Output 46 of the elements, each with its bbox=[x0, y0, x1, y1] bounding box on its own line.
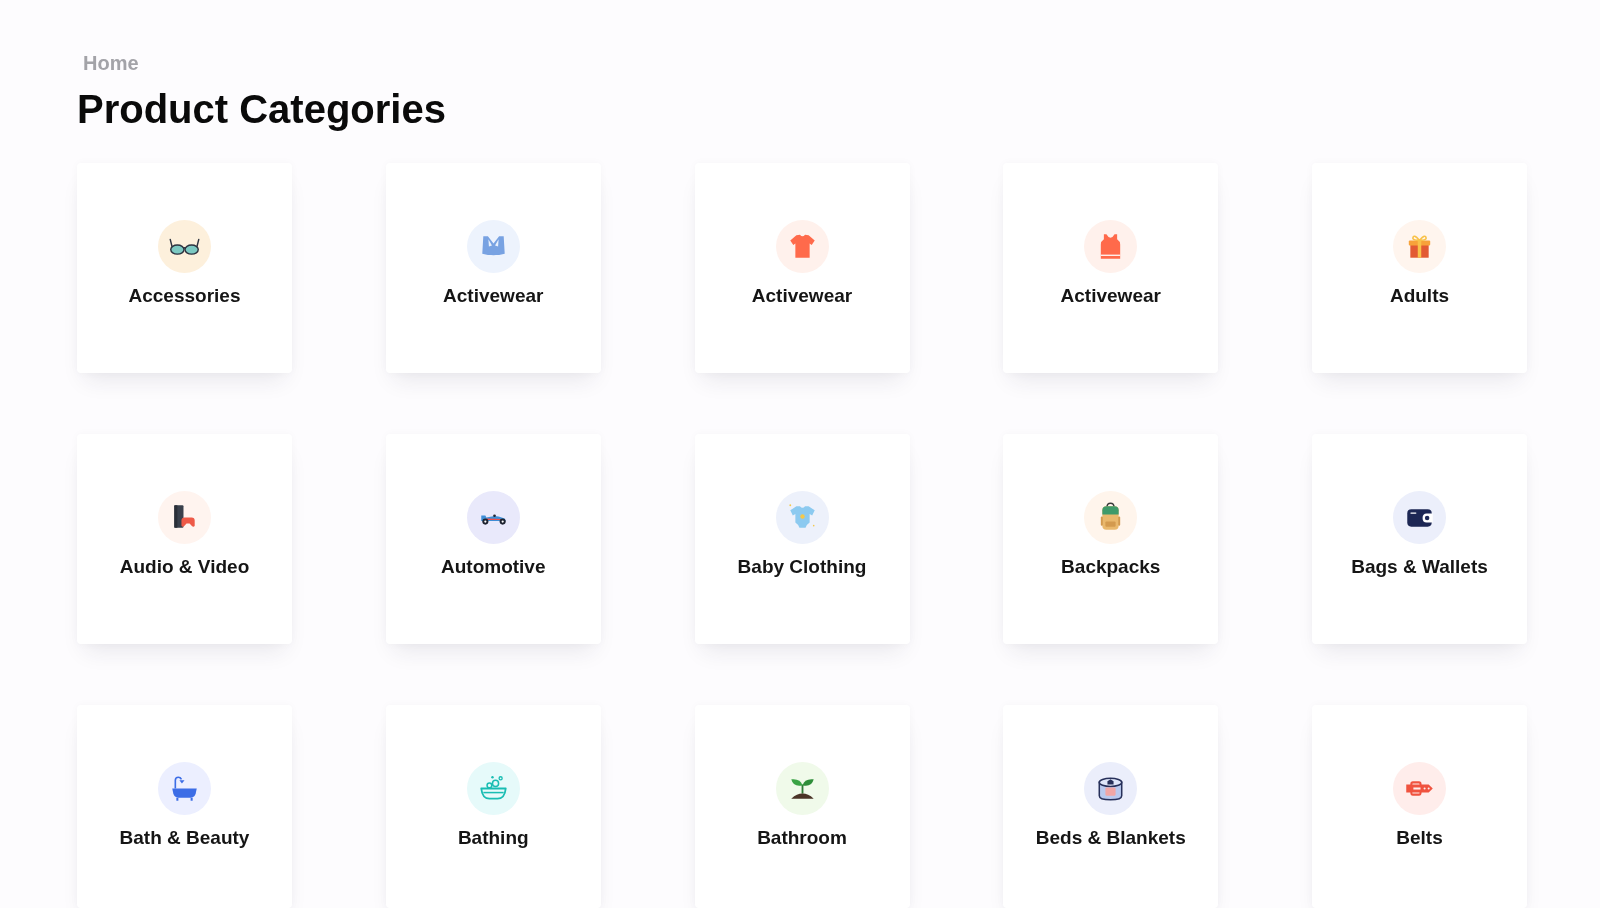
category-label: Bags & Wallets bbox=[1351, 556, 1488, 579]
t-shirt-icon bbox=[775, 220, 829, 273]
category-card[interactable]: Backpacks bbox=[1003, 434, 1219, 644]
category-card[interactable]: Belts bbox=[1312, 705, 1527, 908]
category-label: Activewear bbox=[751, 285, 853, 308]
sprout-icon bbox=[775, 762, 829, 815]
page-title: Product Categories bbox=[77, 86, 446, 133]
basin-with-bubbles-icon bbox=[466, 762, 520, 815]
bathtub-icon bbox=[158, 762, 211, 815]
game-console-icon bbox=[158, 491, 211, 544]
category-label: Bath & Beauty bbox=[119, 827, 250, 850]
category-label: Activewear bbox=[443, 285, 544, 308]
race-car-icon bbox=[466, 491, 520, 544]
sports-bra-icon bbox=[466, 220, 520, 273]
baby-bodysuit-icon bbox=[775, 491, 829, 544]
category-card[interactable]: Activewear bbox=[1003, 163, 1219, 373]
category-label: Baby Clothing bbox=[737, 556, 867, 579]
category-label: Bathing bbox=[457, 827, 529, 850]
backpack-icon bbox=[1084, 491, 1138, 544]
tank-top-icon bbox=[1084, 220, 1138, 273]
category-label: Accessories bbox=[128, 285, 241, 308]
category-card[interactable]: Audio & Video bbox=[77, 434, 292, 644]
category-label: Backpacks bbox=[1061, 556, 1161, 579]
category-card[interactable]: Bathroom bbox=[694, 705, 910, 908]
category-card[interactable]: Beds & Blankets bbox=[1003, 705, 1219, 908]
category-label: Adults bbox=[1389, 285, 1450, 308]
category-label: Belts bbox=[1396, 827, 1443, 850]
category-card[interactable]: Bags & Wallets bbox=[1312, 434, 1527, 644]
category-card[interactable]: Adults bbox=[1312, 163, 1527, 373]
category-card[interactable]: Baby Clothing bbox=[694, 434, 910, 644]
category-label: Automotive bbox=[441, 556, 546, 579]
category-label: Beds & Blankets bbox=[1035, 827, 1186, 850]
wallet-icon bbox=[1393, 491, 1446, 544]
sunglasses-icon bbox=[158, 220, 211, 273]
belt-icon bbox=[1393, 762, 1446, 815]
category-card[interactable]: Bathing bbox=[385, 705, 601, 908]
category-card[interactable]: Accessories bbox=[77, 163, 292, 373]
category-label: Bathroom bbox=[757, 827, 847, 850]
fabric-roll-icon bbox=[1084, 762, 1138, 815]
category-card[interactable]: Activewear bbox=[694, 163, 910, 373]
category-card[interactable]: Activewear bbox=[385, 163, 601, 373]
gift-icon bbox=[1393, 220, 1446, 273]
category-label: Audio & Video bbox=[119, 556, 250, 579]
category-card[interactable]: Automotive bbox=[385, 434, 601, 644]
category-card[interactable]: Bath & Beauty bbox=[77, 705, 292, 908]
category-label: Activewear bbox=[1060, 285, 1161, 308]
